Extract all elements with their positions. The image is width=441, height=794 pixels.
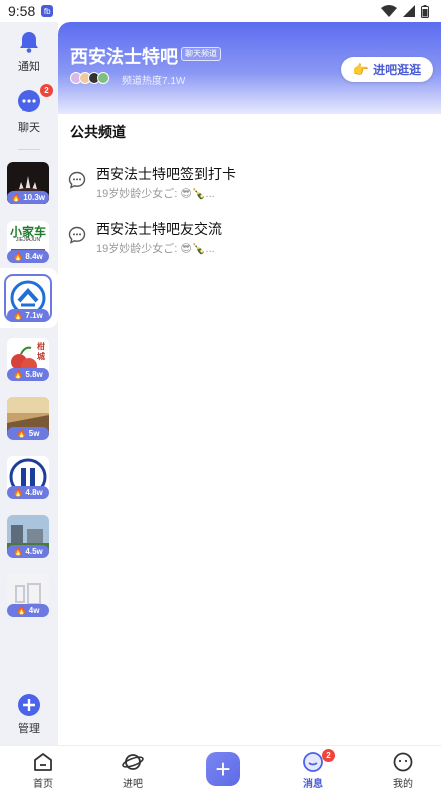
manage-label: 管理 xyxy=(18,723,40,735)
flame-icon: 🔥 xyxy=(16,606,27,615)
bottom-navigation: 首页 进吧 + 消息 2 我的 xyxy=(0,745,441,794)
sidebar-divider xyxy=(18,149,40,150)
bar-heat-value: 8.4w xyxy=(25,252,43,261)
member-avatars xyxy=(70,72,109,84)
channel-last-message: 19岁妙龄少女ご: 😎🍾... xyxy=(96,243,215,255)
bar-heat-value: 4.5w xyxy=(25,547,43,556)
message-smile-icon xyxy=(303,752,323,772)
manage-button[interactable]: 管理 xyxy=(0,694,58,736)
home-icon xyxy=(34,753,52,771)
pointing-hand-icon: 👉 xyxy=(352,61,370,77)
channel-item[interactable]: 西安法士特吧签到打卡 19岁妙龄少女ご: 😎🍾... xyxy=(68,164,428,204)
visit-bar-button[interactable]: 👉 进吧逛逛 xyxy=(341,57,433,82)
bar-sidebar: 通知 聊天 2 🔥 10.3w 小家车 JIEJIAJUN 🔥 8.4w 🔥 7… xyxy=(0,22,58,745)
nav-mine-label: 我的 xyxy=(393,779,413,790)
plus-circle-icon xyxy=(18,694,40,716)
sidebar-bar-4-heat: 🔥 5.8w xyxy=(7,368,49,381)
sidebar-bar-7-heat: 🔥 4.5w xyxy=(7,545,49,558)
plus-icon: + xyxy=(215,754,231,784)
channel-item[interactable]: 西安法士特吧友交流 19岁妙龄少女ご: 😎🍾... xyxy=(68,219,428,259)
chat-bubble-icon xyxy=(18,90,40,112)
bell-icon xyxy=(20,32,38,53)
status-bar: 9:58 fb xyxy=(0,0,441,22)
channel-last-message: 19岁妙龄少女ご: 😎🍾... xyxy=(96,188,215,200)
wifi-icon xyxy=(381,5,397,17)
sidebar-bar-3-heat: 🔥 7.1w xyxy=(7,309,49,322)
chat-label: 聊天 xyxy=(18,122,40,134)
channel-name: 西安法士特吧友交流 xyxy=(96,221,222,237)
flame-icon: 🔥 xyxy=(13,311,24,320)
avatar xyxy=(97,72,109,84)
bar-heat-value: 4.8w xyxy=(25,488,43,497)
status-time: 9:58 xyxy=(8,3,36,19)
flame-icon: 🔥 xyxy=(13,252,24,261)
flame-icon: 🔥 xyxy=(13,488,24,497)
create-post-button[interactable]: + xyxy=(206,752,240,786)
channel-heat: 频道热度7.1W xyxy=(122,76,186,87)
flame-icon: 🔥 xyxy=(13,547,24,556)
bar-title: 西安法士特吧 xyxy=(70,47,178,67)
nav-bars[interactable]: 进吧 xyxy=(103,752,163,790)
face-icon xyxy=(393,752,413,772)
channel-name: 西安法士特吧签到打卡 xyxy=(96,166,236,182)
flame-icon: 🔥 xyxy=(11,193,21,202)
sidebar-bar-1-heat: 🔥 10.3w xyxy=(7,191,49,204)
chat-channel-tag: 聊天频道 xyxy=(181,47,221,61)
sidebar-bar-2-heat: 🔥 8.4w xyxy=(7,250,49,263)
bar-heat-value: 5.8w xyxy=(25,370,43,379)
bar-header: 西安法士特吧 聊天频道 频道热度7.1W 👉 进吧逛逛 xyxy=(58,22,441,114)
cellular-signal-icon xyxy=(403,5,415,17)
status-icons xyxy=(381,4,429,18)
visit-bar-label: 进吧逛逛 xyxy=(373,63,422,77)
nav-mine[interactable]: 我的 xyxy=(373,752,433,790)
nav-bars-label: 进吧 xyxy=(123,779,143,790)
notify-label: 通知 xyxy=(18,61,40,73)
bar-heat-value: 10.3w xyxy=(23,193,45,202)
planet-icon xyxy=(122,754,144,770)
battery-icon xyxy=(421,4,429,18)
bar-logo-text: 柑城 xyxy=(37,342,45,361)
flame-icon: 🔥 xyxy=(13,370,24,379)
sidebar-bar-6-heat: 🔥 4.8w xyxy=(7,486,49,499)
notify-button[interactable]: 通知 xyxy=(0,30,58,74)
app-notification-icon: fb xyxy=(41,5,54,17)
nav-home[interactable]: 首页 xyxy=(13,752,73,790)
messages-unread-badge: 2 xyxy=(322,749,335,762)
bar-heat-value: 5w xyxy=(28,429,40,438)
sidebar-bar-5-heat: 🔥 5w xyxy=(7,427,49,440)
chat-channel-icon xyxy=(68,226,86,244)
sidebar-bar-8-heat: 🔥 4w xyxy=(7,604,49,617)
chat-unread-badge: 2 xyxy=(40,84,53,97)
chat-channel-icon xyxy=(68,171,86,189)
section-title: 公共频道 xyxy=(70,124,126,140)
nav-messages-label: 消息 xyxy=(303,779,323,790)
channel-panel: 西安法士特吧 聊天频道 频道热度7.1W 👉 进吧逛逛 公共频道 西安法士特吧签… xyxy=(58,22,441,745)
bar-heat-value: 4w xyxy=(28,606,40,615)
flame-icon: 🔥 xyxy=(16,429,27,438)
nav-home-label: 首页 xyxy=(33,779,53,790)
bar-heat-value: 7.1w xyxy=(25,311,43,320)
